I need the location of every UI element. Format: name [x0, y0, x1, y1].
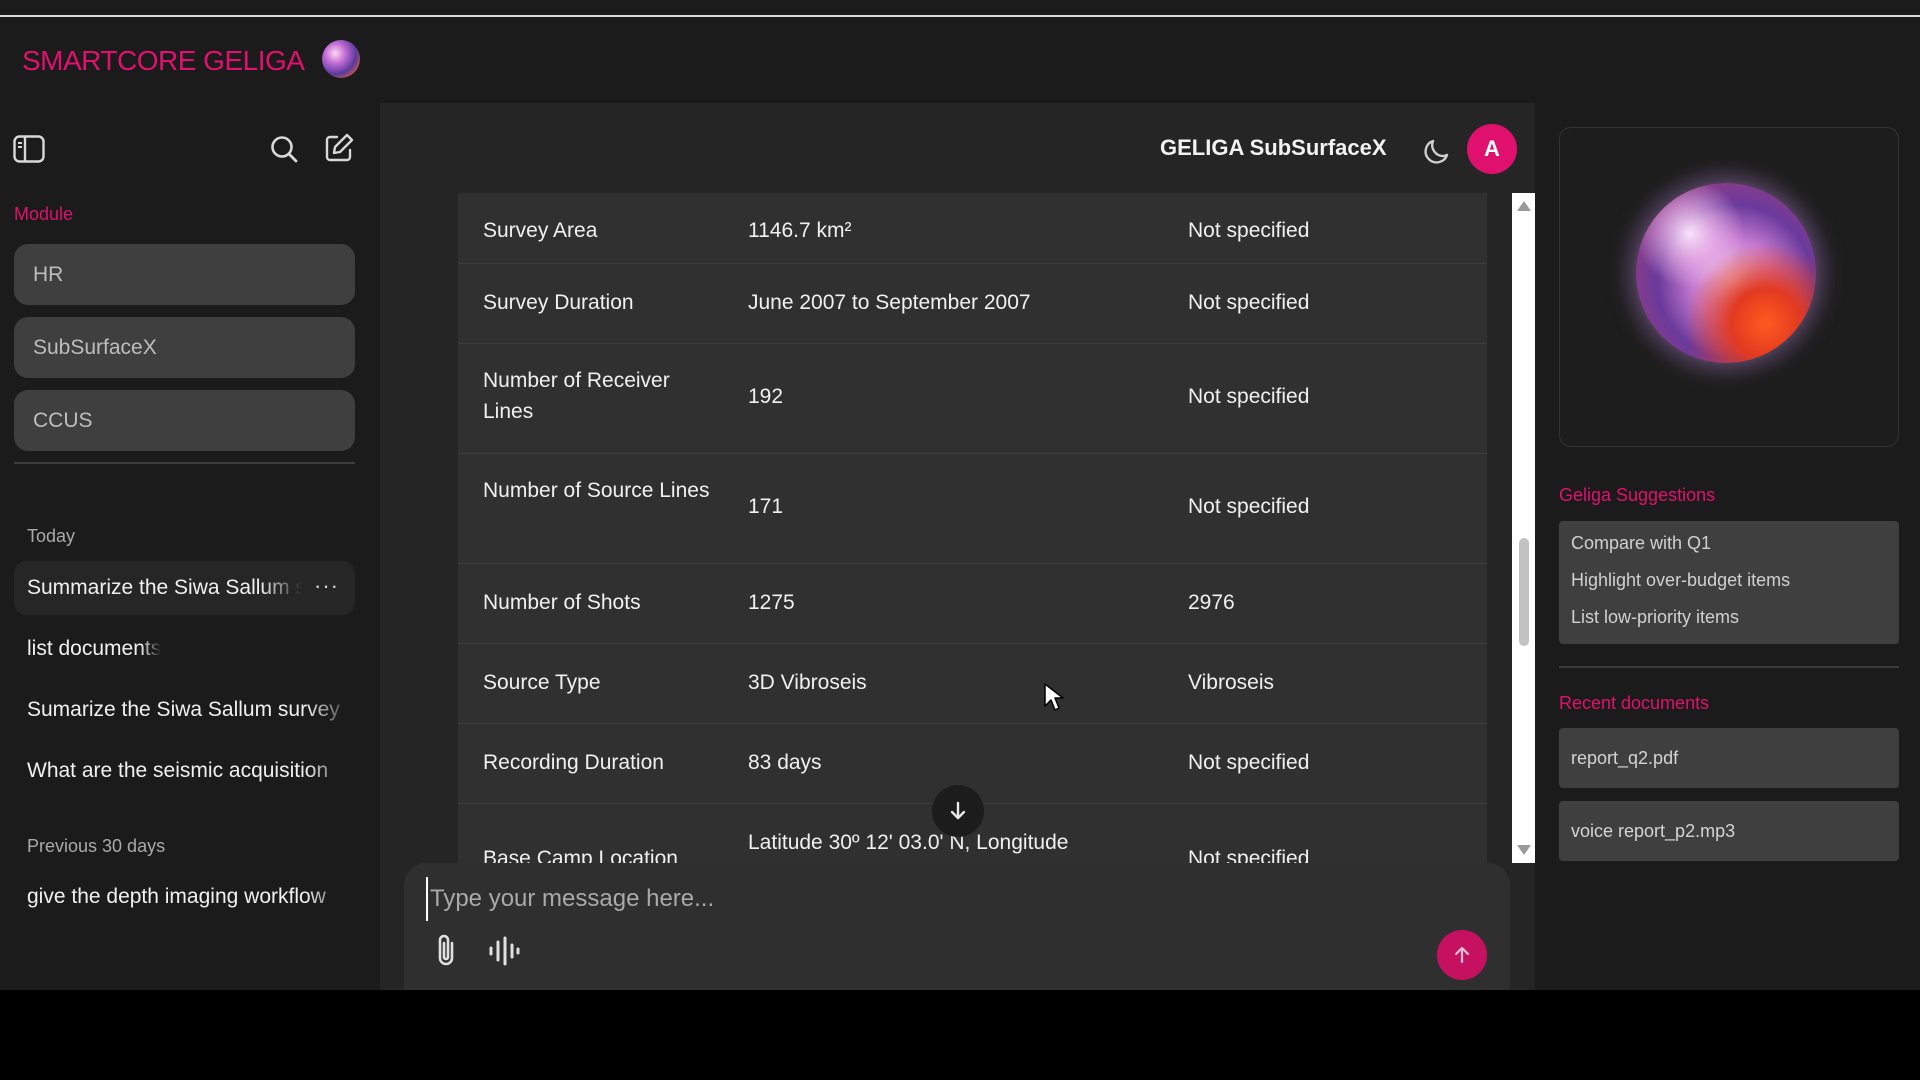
table-cell-value: 192 [748, 385, 784, 408]
paperclip-icon[interactable] [430, 931, 464, 971]
table-cell-parameter: Base Camp Location [483, 847, 678, 863]
module-subsurfacex-button[interactable]: SubSurfaceX [14, 317, 355, 378]
sidebar: Module HR SubSurfaceX CCUS Today Summari… [0, 103, 380, 990]
results-table: Survey Area 1146.7 km² Not specified Sur… [458, 193, 1487, 863]
avatar[interactable]: A [1467, 124, 1517, 174]
arrow-up-icon [1454, 946, 1470, 964]
table-cell-parameter: Number of Source Lines [483, 479, 710, 502]
suggestion-item[interactable]: Compare with Q1 [1571, 533, 1711, 554]
scrollbar-thumb[interactable] [1519, 538, 1529, 646]
arrow-down-icon [950, 801, 966, 820]
app-header: SMARTCORE GELIGA [0, 17, 1920, 103]
suggestions-label: Geliga Suggestions [1559, 485, 1716, 505]
suggestion-item[interactable]: Highlight over-budget items [1571, 570, 1790, 591]
table-cell-other: Vibroseis [1188, 671, 1274, 694]
table-cell-other: 2976 [1188, 591, 1235, 614]
table-cell-value: 1146.7 km² [748, 219, 852, 242]
sidebar-toggle-icon[interactable] [12, 132, 46, 166]
table-cell-other: Not specified [1188, 219, 1310, 242]
brand-logo-orb-icon [322, 40, 360, 78]
table-row: Number of Source Lines 171 Not specified [458, 454, 1487, 564]
more-options-icon[interactable]: ··· [314, 573, 339, 599]
history-item-label: give the depth imaging workflow [27, 885, 326, 908]
assistant-orb-card [1559, 127, 1899, 447]
table-row: Number of Receiver Lines 192 Not specifi… [458, 344, 1487, 454]
table-row: Survey Area 1146.7 km² Not specified [458, 193, 1487, 264]
recent-documents-label: Recent documents [1559, 693, 1710, 713]
history-item[interactable]: give the depth imaging workflow [14, 870, 355, 924]
message-composer [404, 863, 1510, 990]
search-icon[interactable] [267, 132, 301, 166]
module-label: Module [14, 204, 74, 224]
page-title: GELIGA SubSurfaceX [1160, 135, 1387, 160]
table-row: Survey Duration June 2007 to September 2… [458, 264, 1487, 344]
table-cell-value: 83 days [748, 751, 822, 774]
history-item[interactable]: Sumarize the Siwa Sallum survey [14, 683, 355, 737]
history-item[interactable]: What are the seismic acquisition [14, 744, 355, 798]
history-item-label: What are the seismic acquisition [27, 759, 329, 782]
table-cell-parameter: Number of Receiver Lines [483, 369, 670, 423]
suggestions-list: Compare with Q1 Highlight over-budget it… [1559, 521, 1899, 644]
moon-icon[interactable] [1420, 133, 1454, 167]
brand-logo-text: SMARTCORE GELIGA [22, 45, 305, 76]
table-cell-other: Not specified [1188, 847, 1310, 863]
assistant-orb-icon [1636, 183, 1816, 363]
right-panel: Geliga Suggestions Compare with Q1 Highl… [1535, 103, 1920, 990]
history-item-label: Summarize the Siwa Sallum survey [27, 576, 302, 599]
table-cell-value: 1275 [748, 591, 795, 614]
table-cell-value: 3D Vibroseis [748, 671, 867, 694]
table-cell-parameter: Survey Duration [483, 291, 634, 314]
table-cell-value: June 2007 to September 2007 [748, 291, 1031, 314]
history-item-active[interactable]: Summarize the Siwa Sallum survey ··· [14, 561, 355, 615]
voice-waveform-icon[interactable] [486, 933, 522, 969]
table-row: Number of Shots 1275 2976 [458, 564, 1487, 644]
module-hr-button[interactable]: HR [14, 244, 355, 305]
table-cell-parameter: Recording Duration [483, 751, 664, 774]
table-cell-parameter: Source Type [483, 671, 601, 694]
table-cell-other: Not specified [1188, 385, 1310, 408]
recent-document-item[interactable]: voice report_p2.mp3 [1559, 801, 1899, 861]
history-today-label: Today [27, 526, 76, 546]
scroll-down-arrow-icon[interactable] [1517, 845, 1531, 855]
table-row: Source Type 3D Vibroseis Vibroseis [458, 644, 1487, 724]
table-cell-parameter: Survey Area [483, 219, 598, 242]
sidebar-divider [14, 462, 355, 464]
history-item-label: list documents [27, 637, 162, 660]
scroll-to-bottom-button[interactable] [932, 785, 984, 837]
mouse-cursor-icon [1044, 683, 1064, 711]
history-item[interactable]: list documents [14, 622, 355, 676]
app-window: SMARTCORE GELIGA Module HR SubSurfaceX C… [0, 0, 1920, 990]
recent-document-item[interactable]: report_q2.pdf [1559, 728, 1899, 788]
main-chat-area: GELIGA SubSurfaceX A Survey Area 1146.7 … [380, 103, 1535, 990]
suggestion-item[interactable]: List low-priority items [1571, 607, 1739, 628]
table-cell-other: Not specified [1188, 291, 1310, 314]
module-ccus-button[interactable]: CCUS [14, 390, 355, 451]
scroll-up-arrow-icon[interactable] [1517, 201, 1531, 211]
history-previous-label: Previous 30 days [27, 836, 166, 856]
send-button[interactable] [1437, 930, 1487, 980]
table-cell-other: Not specified [1188, 751, 1310, 774]
history-item-label: Sumarize the Siwa Sallum survey [27, 698, 340, 721]
table-cell-other: Not specified [1188, 495, 1310, 518]
table-cell-value: 171 [748, 495, 784, 518]
message-input[interactable] [426, 877, 1476, 921]
right-panel-divider [1559, 666, 1899, 668]
table-cell-parameter: Number of Shots [483, 591, 641, 614]
table-scrollbar[interactable] [1512, 193, 1535, 863]
new-chat-icon[interactable] [322, 131, 356, 165]
